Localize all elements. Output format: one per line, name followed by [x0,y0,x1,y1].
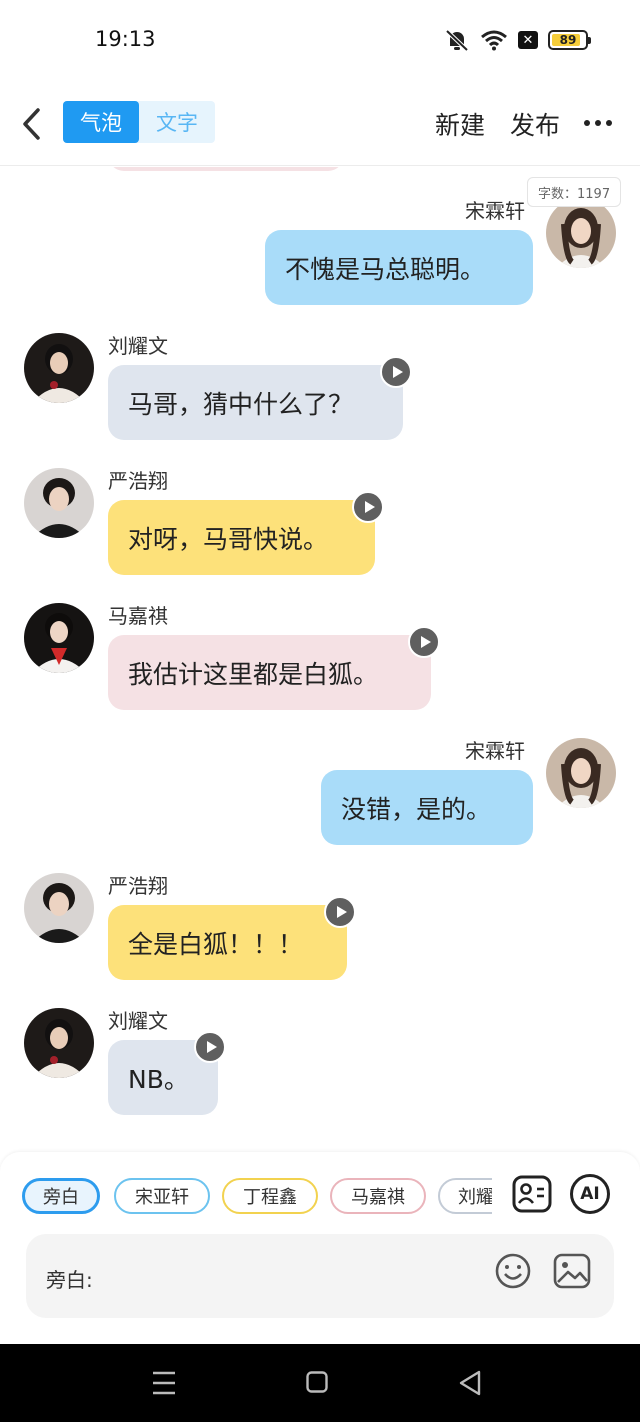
status-bar: 19:13 ✕ 89 [0,0,640,84]
avatar[interactable] [24,603,94,673]
sender-name: 刘耀文 [108,334,168,358]
message-bubble-partial[interactable] [108,167,344,171]
sender-name: 严浩翔 [108,874,168,898]
character-chip[interactable]: 马嘉祺 [330,1178,426,1214]
ai-button[interactable]: AI [570,1174,610,1214]
word-count-badge: 字数：1197 [527,177,622,207]
message-bubble[interactable]: 全是白狐！！！ [108,905,347,980]
message-bubble[interactable]: 不愧是马总聪明。 [265,230,533,305]
play-icon[interactable] [352,491,384,523]
mute-bell-icon [445,29,469,52]
back-triangle-icon[interactable] [458,1370,482,1396]
top-nav: 气泡 文字 新建 发布 [0,84,640,166]
tab-text[interactable]: 文字 [139,101,215,143]
character-chip[interactable]: 宋亚轩 [114,1178,210,1214]
play-icon[interactable] [194,1031,226,1063]
back-chevron-icon[interactable] [18,104,48,144]
system-nav-bar [0,1344,640,1422]
contact-card-icon[interactable] [512,1174,552,1214]
input-speaker-label: 旁白: [46,1268,93,1292]
new-button[interactable]: 新建 [435,106,485,142]
play-icon[interactable] [408,626,440,658]
status-time: 19:13 [95,27,156,51]
sender-name: 宋霖轩 [465,739,525,763]
sender-name: 马嘉祺 [108,604,168,628]
chat-area[interactable]: 宋霖轩 不愧是马总聪明。 字数：1197 刘耀文 马哥，猜中什么了？ 严浩翔 对… [0,167,640,1157]
avatar[interactable] [24,873,94,943]
close-box-icon: ✕ [518,31,538,49]
status-icons: ✕ 89 [444,28,591,52]
avatar[interactable] [546,198,616,268]
menu-icon[interactable] [152,1370,176,1396]
composer-panel: 旁白 宋亚轩 丁程鑫 马嘉祺 刘耀文 AI 旁白: [0,1152,640,1344]
battery-level: 89 [559,33,577,47]
home-square-icon[interactable] [306,1370,328,1394]
play-icon[interactable] [324,896,356,928]
image-icon[interactable] [552,1252,592,1290]
more-dots-icon[interactable] [584,120,612,126]
play-icon[interactable] [380,356,412,388]
character-chips[interactable]: 旁白 宋亚轩 丁程鑫 马嘉祺 刘耀文 [22,1176,492,1216]
character-chip[interactable]: 丁程鑫 [222,1178,318,1214]
message-bubble[interactable]: 对呀，马哥快说。 [108,500,375,575]
avatar[interactable] [546,738,616,808]
avatar[interactable] [24,468,94,538]
avatar[interactable] [24,333,94,403]
tab-bubble[interactable]: 气泡 [63,101,139,143]
mode-toggle: 气泡 文字 [63,101,215,143]
message-bubble[interactable]: 马哥，猜中什么了？ [108,365,403,440]
publish-button[interactable]: 发布 [510,106,560,142]
sender-name: 宋霖轩 [465,199,525,223]
sender-name: 严浩翔 [108,469,168,493]
character-chip-narrator[interactable]: 旁白 [22,1178,100,1214]
emoji-icon[interactable] [494,1252,532,1290]
avatar[interactable] [24,1008,94,1078]
message-input[interactable]: 旁白: [26,1234,614,1318]
message-bubble[interactable]: 我估计这里都是白狐。 [108,635,431,710]
character-chip[interactable]: 刘耀文 [438,1178,492,1214]
sender-name: 刘耀文 [108,1009,168,1033]
message-bubble[interactable]: 没错，是的。 [321,770,533,845]
battery-icon: 89 [548,30,591,50]
wifi-icon [481,30,507,51]
